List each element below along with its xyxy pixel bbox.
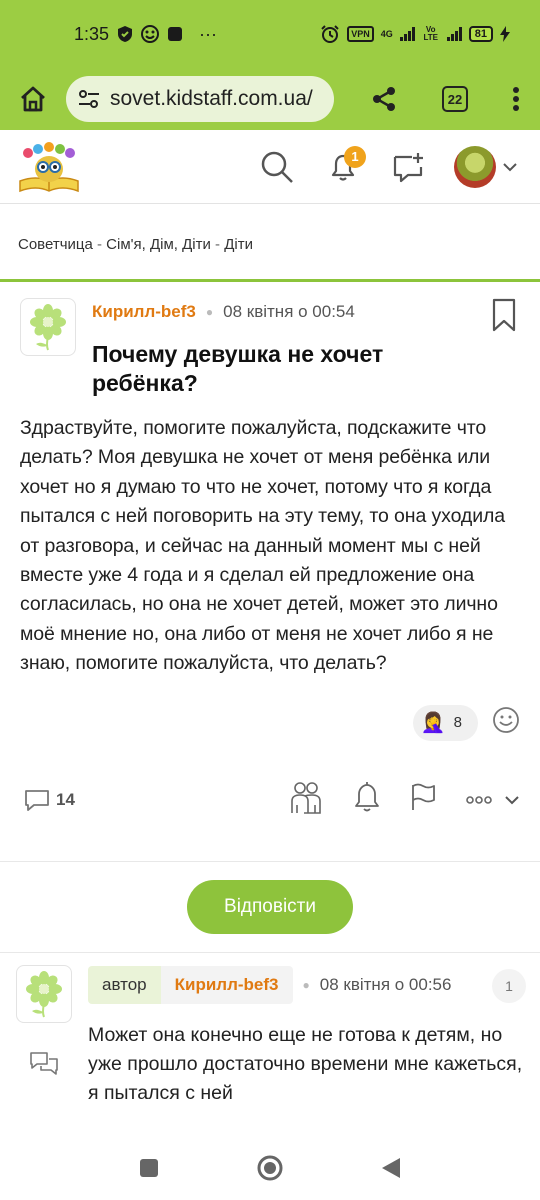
home-button[interactable] <box>18 84 48 114</box>
browser-actions: 22 <box>370 85 526 113</box>
status-more: ··· <box>199 23 218 44</box>
comment-date: 08 квітня о 00:56 <box>319 974 452 994</box>
chevron-down-icon <box>505 795 519 805</box>
reply-button[interactable]: Відповісти <box>187 879 353 934</box>
bookmark-icon <box>492 298 516 332</box>
vpn-indicator: VPN <box>347 26 374 42</box>
site-header: 1 <box>0 130 540 204</box>
owl-book-logo-icon <box>19 141 79 192</box>
breadcrumb-separator: - <box>210 236 225 253</box>
more-options-button[interactable] <box>466 795 520 805</box>
post-meta-line: Кирилл-bef3 ● 08 квітня о 00:54 <box>92 298 452 326</box>
chevron-down-icon <box>503 162 517 171</box>
subscribe-button[interactable] <box>352 780 382 819</box>
notifications-button[interactable]: 1 <box>310 142 376 192</box>
more-vert-icon[interactable] <box>512 86 520 112</box>
quote-reply-icon <box>30 1051 58 1075</box>
user-menu[interactable] <box>454 145 518 188</box>
comment-icon <box>25 789 49 811</box>
author-tag: автор <box>88 965 161 1004</box>
comments-button[interactable]: 14 <box>24 788 75 812</box>
back-icon[interactable] <box>380 1156 402 1180</box>
post-action-row: 14 <box>20 765 520 835</box>
post-author-link[interactable]: Кирилл-bef3 <box>92 302 196 322</box>
post-author-avatar[interactable] <box>20 298 76 356</box>
add-chat-icon <box>393 152 423 182</box>
site-logo[interactable] <box>16 141 82 193</box>
alarm-icon <box>320 24 340 44</box>
search-button[interactable] <box>244 142 310 192</box>
browser-toolbar: sovet.kidstaff.com.ua/ 22 <box>0 68 540 130</box>
breadcrumb-link-sovetchica[interactable]: Советчица <box>18 236 93 253</box>
post-header: Кирилл-bef3 ● 08 квітня о 00:54 Почему д… <box>20 298 520 398</box>
comment-count: 14 <box>56 789 75 809</box>
comment-number[interactable]: 1 <box>492 968 526 1003</box>
comment-main: автор Кирилл-bef3 ● 08 квітня о 00:56 Мо… <box>88 965 524 1101</box>
status-bar: 1:35 ··· VPN 4G Vo LTE 81 <box>0 0 540 68</box>
post: Кирилл-bef3 ● 08 квітня о 00:54 Почему д… <box>0 282 540 835</box>
volte-indicator: Vo LTE <box>423 25 438 42</box>
flag-icon <box>412 783 435 811</box>
comment-meta: автор Кирилл-bef3 ● 08 квітня о 00:56 <box>88 965 524 1005</box>
tabs-button[interactable]: 22 <box>442 86 468 112</box>
emoji-app-icon <box>141 25 160 43</box>
new-message-button[interactable] <box>376 142 442 192</box>
reaction-pill[interactable]: 🤦‍♀️ 8 <box>412 704 478 741</box>
search-icon <box>261 151 293 183</box>
post-date: 08 квітня о 00:54 <box>223 302 355 321</box>
home-nav-icon[interactable] <box>256 1154 284 1182</box>
daisy-avatar-icon <box>26 970 62 1018</box>
reply-area: Відповісти <box>0 862 540 952</box>
avatar <box>454 145 496 188</box>
comment-author-avatar[interactable] <box>16 964 72 1023</box>
network-type: 4G <box>380 29 393 39</box>
status-time: 1:35 <box>74 23 110 44</box>
post-title: Почему девушка не хочет ребёнка? <box>92 341 384 396</box>
url-bar[interactable]: sovet.kidstaff.com.ua/ <box>66 76 334 122</box>
breadcrumb-separator: - <box>92 236 107 253</box>
share-icon[interactable] <box>370 85 398 113</box>
comment: автор Кирилл-bef3 ● 08 квітня о 00:56 Мо… <box>0 953 540 1101</box>
url-text: sovet.kidstaff.com.ua/ <box>110 87 313 110</box>
smile-icon <box>493 707 519 734</box>
meta-dot: ● <box>302 977 310 992</box>
reactions-row: 🤦‍♀️ 8 <box>20 703 520 743</box>
signal-2-icon <box>446 27 462 41</box>
recents-icon[interactable] <box>138 1157 160 1179</box>
bookmark-button[interactable] <box>492 298 516 337</box>
header-actions: 1 <box>244 142 518 192</box>
comment-author-link[interactable]: Кирилл-bef3 <box>160 965 293 1004</box>
daisy-avatar-icon <box>30 304 66 351</box>
notification-badge: 1 <box>344 145 366 168</box>
site-settings-icon[interactable] <box>78 89 100 109</box>
charging-icon <box>500 26 510 42</box>
reaction-count: 8 <box>453 714 462 732</box>
post-body: Здраствуйте, помогите пожалуйста, подска… <box>20 417 506 675</box>
more-horiz-icon <box>466 795 492 804</box>
reaction-emoji: 🤦‍♀️ <box>420 712 446 735</box>
meta-dot: ● <box>205 305 214 319</box>
status-right: VPN 4G Vo LTE 81 <box>320 24 510 44</box>
subscribers-button[interactable] <box>288 779 324 820</box>
signal-icon <box>399 27 415 41</box>
battery-indicator: 81 <box>468 26 493 42</box>
breadcrumb-link-children[interactable]: Діти <box>224 236 253 253</box>
people-icon <box>291 782 321 814</box>
post-meta: Кирилл-bef3 ● 08 квітня о 00:54 Почему д… <box>92 298 452 398</box>
system-nav-bar <box>0 1136 540 1200</box>
comment-body: Может она конечно еще не готова к детям,… <box>88 1023 523 1101</box>
breadcrumb: Советчица - Сім'я, Дім, Діти - Діти <box>0 204 540 282</box>
breadcrumb-link-family[interactable]: Сім'я, Дім, Діти <box>106 236 211 253</box>
reply-to-comment-button[interactable] <box>29 1051 59 1082</box>
app-square-icon <box>167 26 183 42</box>
status-left: 1:35 ··· <box>74 24 217 45</box>
bell-icon <box>355 782 379 812</box>
comment-left <box>16 964 72 1101</box>
home-icon <box>21 86 45 112</box>
report-button[interactable] <box>410 782 438 817</box>
add-reaction-button[interactable] <box>492 706 520 739</box>
shield-icon <box>117 25 133 43</box>
post-actions <box>288 779 520 820</box>
